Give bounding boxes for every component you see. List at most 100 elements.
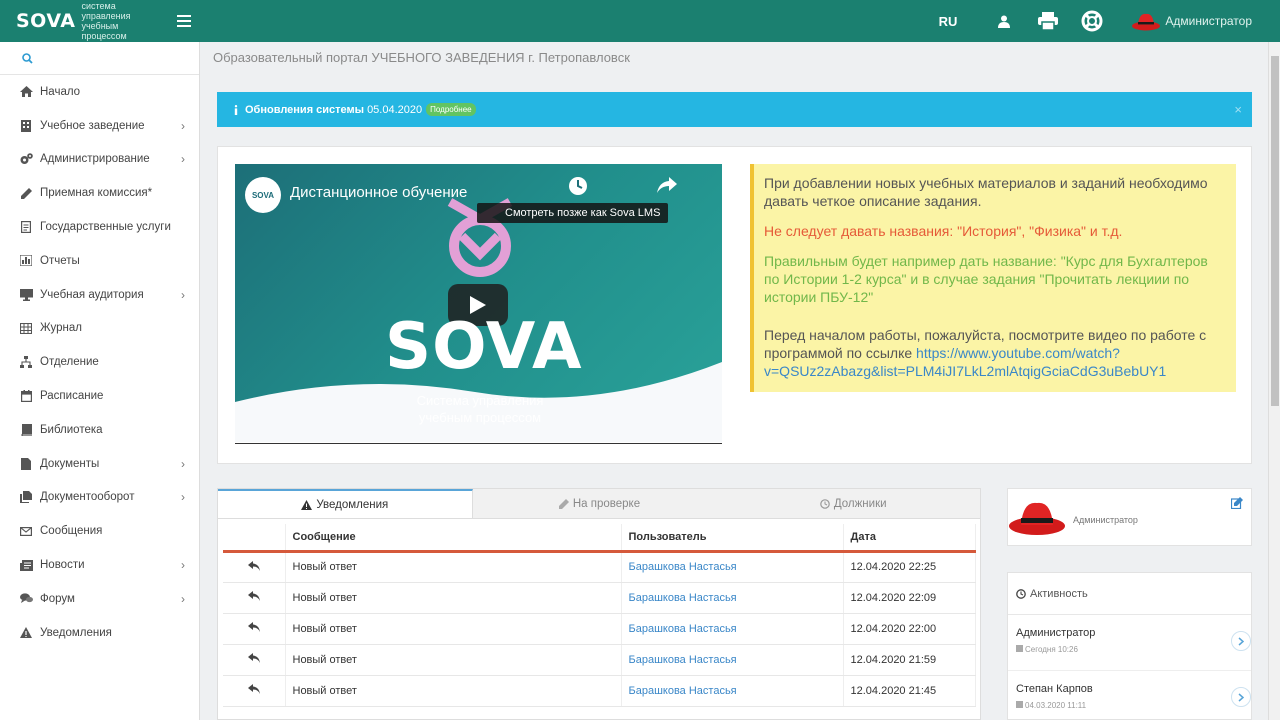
- user-icon[interactable]: [993, 10, 1015, 32]
- date-cell: 12.04.2020 22:25: [843, 551, 976, 583]
- sidebar-item[interactable]: Учебное заведение ›: [0, 109, 199, 143]
- sidebar-search[interactable]: [0, 42, 199, 75]
- activity-user: Степан Карпов: [1016, 683, 1093, 695]
- activity-open-button[interactable]: [1231, 631, 1251, 651]
- sidebar-item[interactable]: Расписание: [0, 379, 199, 413]
- reply-cell[interactable]: [223, 551, 286, 583]
- pencil-icon: [558, 498, 569, 509]
- sidebar: Начало Учебное заведение › Администрировани…: [0, 42, 200, 720]
- sidebar-item-label: Новости: [40, 559, 85, 572]
- sidebar-item[interactable]: Приемная комиссия*: [0, 176, 199, 210]
- activity-item[interactable]: Администратор Сегодня 10:26: [1008, 615, 1251, 671]
- table-row[interactable]: Новый ответ Барашкова Настасья 12.04.2020 …: [223, 551, 976, 583]
- cogs-icon: [18, 152, 34, 166]
- column-header: Пользователь: [621, 524, 844, 553]
- sidebar-item[interactable]: Библиотека: [0, 413, 199, 447]
- activity-item[interactable]: Степан Карпов 04.03.2020 11:11: [1008, 671, 1251, 720]
- table-row[interactable]: Новый ответ Барашкова Настасья 12.04.2020 …: [223, 675, 976, 707]
- main-content: Образовательный портал УЧЕБНОГО ЗАВЕДЕНИ…: [200, 42, 1268, 720]
- channel-logo[interactable]: SOVA: [245, 177, 281, 213]
- tab-on-review[interactable]: На проверке: [473, 489, 727, 518]
- column-header: Дата: [843, 524, 976, 553]
- logo-subtitle: система управления учебным процессом: [81, 1, 131, 41]
- sidebar-item-label: Библиотека: [40, 423, 103, 436]
- system-update-alert: Обновления системы 05.04.2020 Подробнее …: [217, 92, 1252, 127]
- note-paragraph: При добавлении новых учебных материалов …: [764, 175, 1208, 209]
- activity-title: Активность: [1030, 587, 1088, 600]
- tab-label: На проверке: [572, 497, 641, 510]
- activity-open-button[interactable]: [1231, 687, 1251, 707]
- sidebar-item[interactable]: Администрирование ›: [0, 143, 199, 177]
- clock-icon[interactable]: [568, 176, 588, 196]
- burger-line: [177, 15, 191, 17]
- table-icon: [18, 321, 34, 335]
- sidebar-item-label: Документооборот: [40, 491, 135, 504]
- table-row[interactable]: Новый ответ Барашкова Настасья 12.04.2020 …: [223, 582, 976, 614]
- activity-user: Администратор: [1016, 627, 1096, 639]
- alert-date: 05.04.2020: [367, 103, 423, 116]
- date-cell: 12.04.2020 22:09: [843, 582, 976, 614]
- user-link[interactable]: Барашкова Настасья: [621, 644, 844, 676]
- notifications-table: Сообщение Пользователь Дата Новый ответ Б…: [223, 524, 976, 707]
- sidebar-item[interactable]: Новости ›: [0, 548, 199, 582]
- sidebar-item[interactable]: Учебная аудитория ›: [0, 278, 199, 312]
- chevron-right-icon: [1238, 636, 1244, 646]
- sidebar-item[interactable]: Отчеты: [0, 244, 199, 278]
- instructions-note: При добавлении новых учебных материалов …: [750, 164, 1236, 392]
- video-title[interactable]: Дистанционное обучение: [290, 184, 467, 201]
- user-link[interactable]: Барашкова Настасья: [621, 551, 844, 583]
- page-scrollbar[interactable]: [1268, 42, 1280, 720]
- search-icon: [22, 52, 33, 64]
- admin-menu[interactable]: Администратор: [1131, 11, 1252, 31]
- scrollbar-thumb[interactable]: [1271, 56, 1279, 406]
- reply-icon: [247, 591, 260, 601]
- files-icon: [18, 490, 34, 504]
- comments-icon: [18, 592, 34, 606]
- video-player[interactable]: SOVA Дистанционное обучение Смотреть поз…: [235, 164, 722, 442]
- user-link[interactable]: Барашкова Настасья: [621, 675, 844, 707]
- watch-later-tooltip: Смотреть позже как Sova LMS: [477, 203, 669, 223]
- notifications-panel: Уведомления На проверке Должники Сообщен…: [217, 488, 981, 720]
- user-link[interactable]: Барашкова Настасья: [621, 582, 844, 614]
- reply-cell[interactable]: [223, 613, 286, 645]
- sidebar-item[interactable]: Отделение: [0, 345, 199, 379]
- help-lifebuoy-icon[interactable]: [1081, 10, 1103, 32]
- video-subtitle: Система управления учебным процессом: [416, 393, 544, 425]
- alert-details-badge[interactable]: Подробнее: [426, 103, 476, 116]
- sidebar-item-label: Отделение: [40, 356, 99, 369]
- sidebar-item-label: Администрирование: [40, 153, 150, 166]
- message-cell: Новый ответ: [285, 582, 622, 614]
- sidebar-item[interactable]: Уведомления: [0, 616, 199, 650]
- alert-close-button[interactable]: ×: [1234, 102, 1242, 117]
- reply-cell[interactable]: [223, 582, 286, 614]
- table-header-row: Сообщение Пользователь Дата: [223, 524, 976, 553]
- sidebar-item[interactable]: Государственные услуги: [0, 210, 199, 244]
- app-logo[interactable]: SOVA система управления учебным процессо…: [0, 1, 165, 41]
- table-row[interactable]: Новый ответ Барашкова Настасья 12.04.2020 …: [223, 613, 976, 645]
- edit-icon[interactable]: [1231, 497, 1243, 509]
- language-switch[interactable]: RU: [939, 14, 958, 29]
- share-icon[interactable]: [657, 176, 677, 194]
- sidebar-item[interactable]: Сообщения: [0, 514, 199, 548]
- chevron-right-icon: ›: [181, 558, 185, 573]
- calendar-icon: [1016, 701, 1023, 708]
- sidebar-item[interactable]: Журнал: [0, 312, 199, 346]
- tab-notifications[interactable]: Уведомления: [218, 489, 473, 518]
- tab-debtors[interactable]: Должники: [726, 489, 980, 518]
- sidebar-item[interactable]: Документооборот ›: [0, 481, 199, 515]
- reply-cell[interactable]: [223, 675, 286, 707]
- document-icon: [18, 220, 34, 234]
- activity-time: Сегодня 10:26: [1016, 645, 1251, 654]
- table-row[interactable]: Новый ответ Барашкова Настасья 12.04.2020 …: [223, 644, 976, 676]
- reply-cell[interactable]: [223, 644, 286, 676]
- sidebar-item[interactable]: Форум ›: [0, 582, 199, 616]
- sidebar-item[interactable]: Документы ›: [0, 447, 199, 481]
- printer-icon[interactable]: [1037, 10, 1059, 32]
- user-link[interactable]: Барашкова Настасья: [621, 613, 844, 645]
- pencil-icon: [18, 186, 34, 200]
- menu-toggle-button[interactable]: [177, 0, 199, 42]
- chevron-right-icon: [1238, 692, 1244, 702]
- column-header: Сообщение: [285, 524, 622, 553]
- sidebar-item[interactable]: Начало: [0, 75, 199, 109]
- reply-icon: [247, 560, 260, 571]
